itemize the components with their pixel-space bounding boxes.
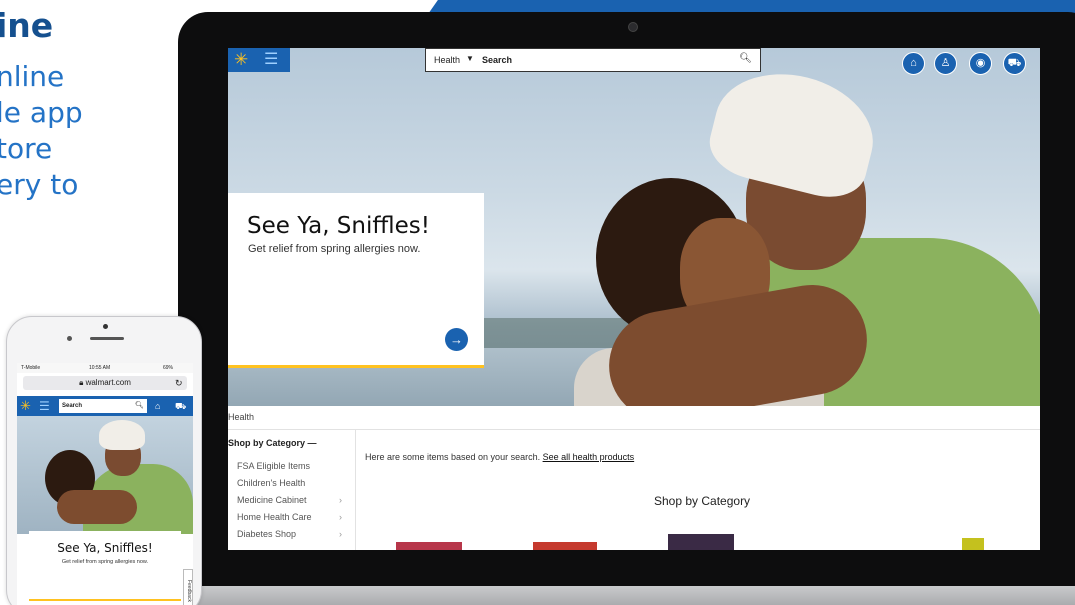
search-icon[interactable]: 🔍︎ — [135, 399, 144, 413]
department-selector[interactable]: Health — [434, 55, 460, 65]
hero-man-hat — [702, 58, 886, 206]
sidebar-item-label: Medicine Cabinet — [237, 495, 307, 505]
mobile-hero-title: See Ya, Sniffles! — [57, 541, 153, 555]
laptop-camera — [628, 22, 638, 32]
logo-menu-box: ✳ ☰ — [228, 48, 290, 72]
store-locator-pin-icon[interactable]: ◉ — [969, 52, 992, 75]
see-all-health-products-link[interactable]: See all health products — [543, 452, 635, 462]
sidebar-item-fsa-eligible[interactable]: FSA Eligible Items — [237, 461, 352, 471]
carrier-label: T-Mobile — [21, 365, 41, 371]
hero-banner[interactable]: See Ya, Sniffles! Get relief from spring… — [228, 48, 1040, 406]
registry-gift-icon[interactable]: ⌂ — [902, 52, 925, 75]
product-thumbnail[interactable] — [533, 542, 597, 550]
mobile-search-input[interactable]: Search — [59, 399, 147, 413]
mobile-hero-accent-line — [29, 599, 181, 601]
marketing-line-2: le app — [0, 96, 83, 129]
chevron-right-icon: › — [339, 529, 342, 539]
search-bar[interactable]: Health ▼ 🔍︎ — [425, 48, 761, 72]
marketing-line-3: tore — [0, 132, 53, 165]
search-icon[interactable]: 🔍︎ — [739, 53, 752, 64]
shop-by-category-heading: Shop by Category — [654, 494, 751, 508]
hamburger-menu-icon[interactable]: ☰ — [264, 50, 278, 70]
product-thumbnail[interactable] — [962, 538, 984, 550]
status-time: 10:55 AM — [89, 365, 111, 371]
address-bar[interactable]: 🔒︎ walmart.com — [23, 376, 187, 390]
hero-promo-card[interactable]: See Ya, Sniffles! Get relief from spring… — [228, 193, 484, 368]
walmart-spark-icon[interactable]: ✳ — [234, 50, 248, 70]
battery-level: 69% — [163, 365, 174, 371]
phone-sensor — [67, 336, 72, 341]
cart-icon[interactable]: ⛟ — [1003, 52, 1026, 75]
desktop-webpage: See Ya, Sniffles! Get relief from spring… — [228, 48, 1040, 550]
phone-speaker — [90, 337, 124, 340]
hero-arrow-button[interactable]: → — [445, 328, 468, 351]
reload-icon[interactable]: ↻ — [175, 376, 183, 390]
hero-embrace-arms — [57, 490, 137, 524]
sidebar-item-childrens-health[interactable]: Children's Health — [237, 478, 352, 488]
mobile-webpage: T-Mobile 10:55 AM 69% 🔒︎ walmart.com ↻ ✳… — [17, 363, 193, 605]
hero-subtitle: Get relief from spring allergies now. — [248, 243, 421, 255]
product-thumbnail[interactable] — [668, 534, 734, 550]
chevron-right-icon: › — [339, 495, 342, 505]
phone-status-bar: T-Mobile 10:55 AM 69% — [17, 363, 193, 373]
hero-man-hat — [99, 420, 145, 450]
hero-title: See Ya, Sniffles! — [247, 213, 430, 239]
sidebar-title[interactable]: Shop by Category — — [228, 438, 317, 448]
chevron-right-icon: › — [339, 512, 342, 522]
category-sidebar: Shop by Category — FSA Eligible Items Ch… — [228, 430, 356, 550]
caret-down-icon[interactable]: ▼ — [466, 54, 474, 63]
results-text: Here are some items based on your search… — [365, 452, 543, 462]
product-thumbnail[interactable] — [396, 542, 462, 550]
phone-camera — [103, 324, 108, 329]
address-url: walmart.com — [85, 378, 131, 387]
sidebar-item-label: Children's Health — [237, 478, 306, 488]
breadcrumb[interactable]: Health — [228, 412, 254, 422]
marketing-line-4: ery to — [0, 168, 79, 201]
sidebar-item-diabetes-shop[interactable]: Diabetes Shop › — [237, 529, 352, 539]
account-icon[interactable]: ♙ — [934, 52, 957, 75]
mobile-hero-card[interactable]: See Ya, Sniffles! Get relief from spring… — [29, 531, 181, 591]
search-input[interactable] — [482, 52, 722, 68]
marketing-line-1: nline — [0, 60, 65, 93]
laptop-base — [178, 586, 1075, 605]
sidebar-item-home-health-care[interactable]: Home Health Care › — [237, 512, 352, 522]
registry-gift-icon[interactable]: ⌂ — [155, 398, 160, 414]
sidebar-item-label: Diabetes Shop — [237, 529, 297, 539]
mobile-header: ✳ ☰ Search 🔍︎ ⌂ ⛟ — [17, 396, 193, 416]
sidebar-item-label: FSA Eligible Items — [237, 461, 311, 471]
smartphone-frame: T-Mobile 10:55 AM 69% 🔒︎ walmart.com ↻ ✳… — [6, 316, 202, 605]
arrow-right-icon: → — [450, 332, 463, 347]
walmart-spark-icon[interactable]: ✳ — [20, 397, 31, 415]
promo-stage: ine nline le app tore ery to See Ya, Sni… — [0, 0, 1075, 605]
search-results-note: Here are some items based on your search… — [365, 452, 634, 462]
sidebar-item-label: Home Health Care — [237, 512, 312, 522]
sidebar-item-medicine-cabinet[interactable]: Medicine Cabinet › — [237, 495, 352, 505]
feedback-tab[interactable]: Feedback — [183, 569, 193, 605]
mobile-hero-image[interactable] — [17, 416, 193, 534]
cart-icon[interactable]: ⛟ — [175, 398, 186, 414]
marketing-heading: ine — [0, 6, 54, 45]
mobile-hero-subtitle: Get relief from spring allergies now. — [61, 559, 149, 565]
hamburger-menu-icon[interactable]: ☰ — [39, 397, 50, 415]
